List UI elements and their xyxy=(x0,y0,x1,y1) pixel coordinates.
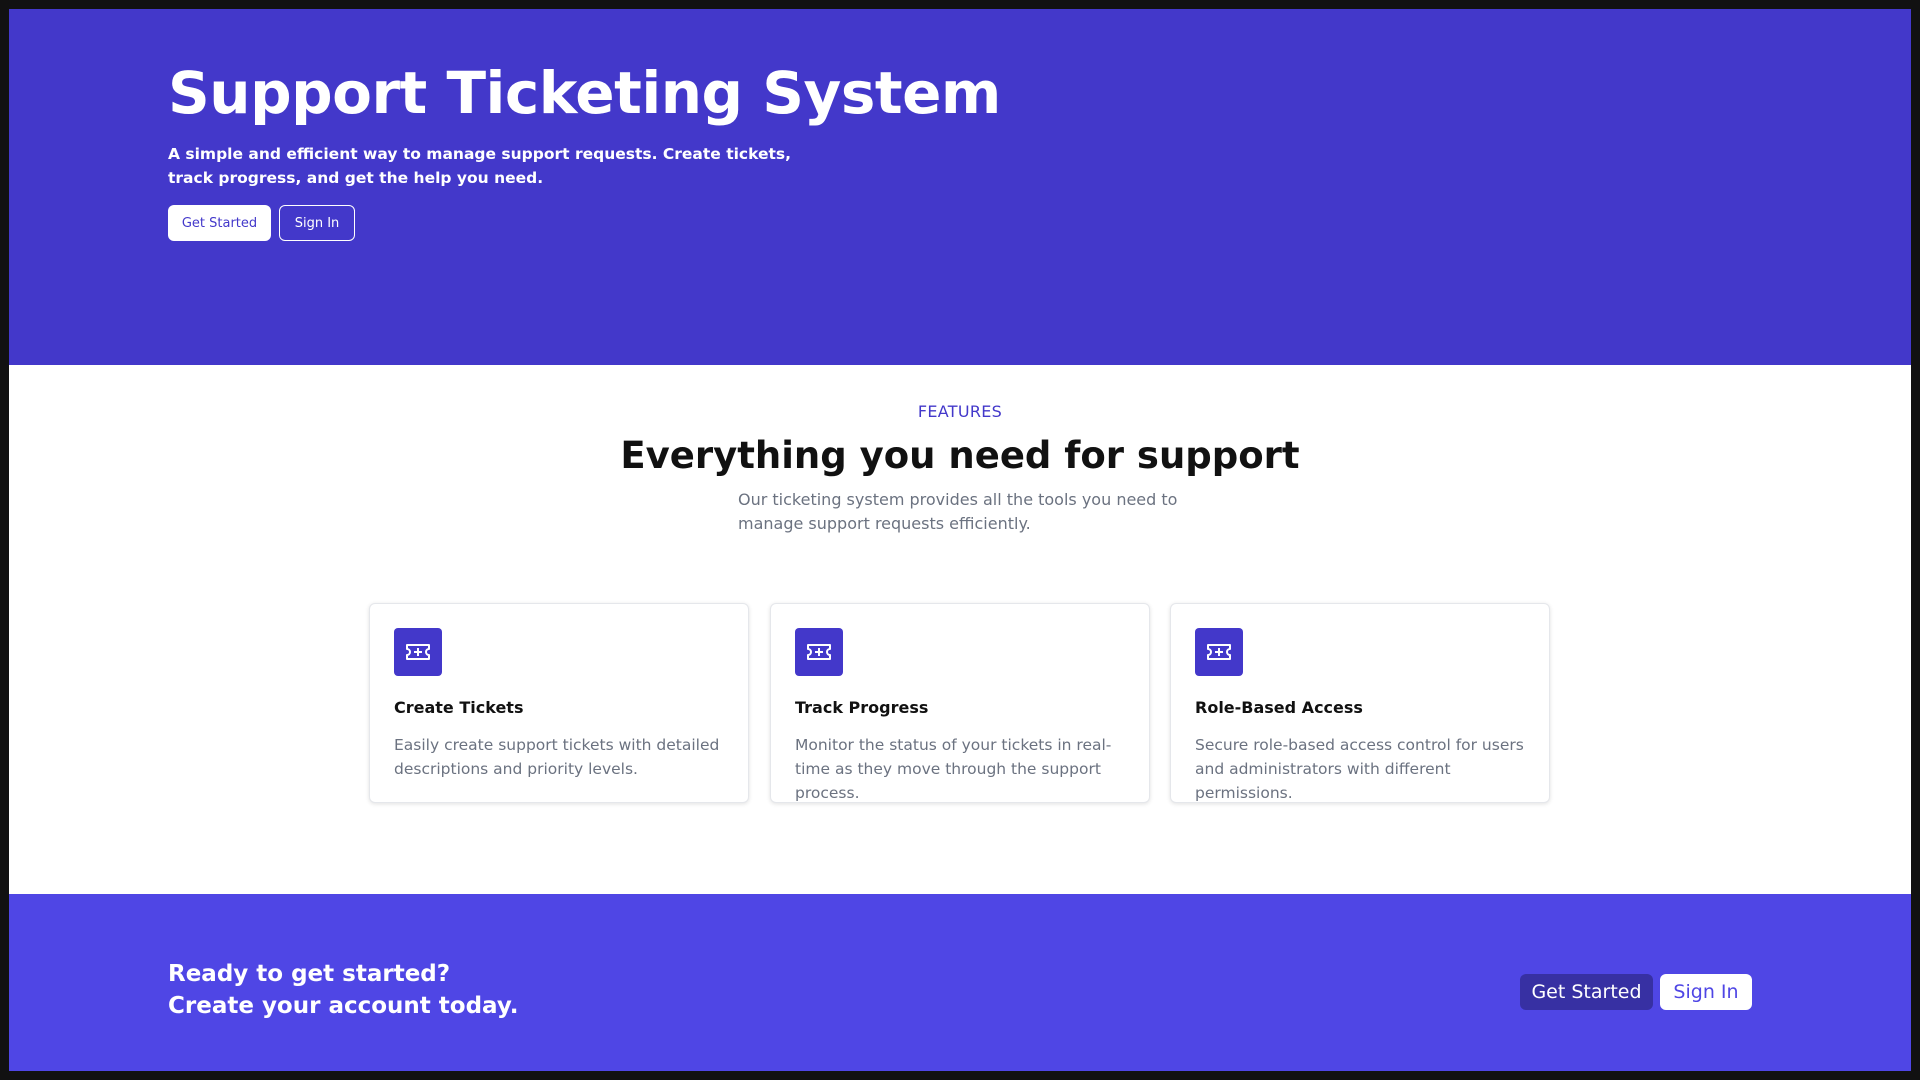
features-kicker: FEATURES xyxy=(917,402,1003,421)
sign-in-button[interactable]: Sign In xyxy=(279,205,355,241)
get-started-button[interactable]: Get Started xyxy=(168,205,271,241)
ticket-icon xyxy=(795,628,843,676)
feature-card-title: Create Tickets xyxy=(394,698,524,717)
features-title: Everything you need for support xyxy=(620,434,1300,477)
feature-card-title: Role-Based Access xyxy=(1195,698,1363,717)
page: Support Ticketing System A simple and ef… xyxy=(9,9,1911,1071)
hero-subtitle: A simple and efficient way to manage sup… xyxy=(168,145,792,187)
hero-section: Support Ticketing System A simple and ef… xyxy=(9,9,1911,365)
ticket-icon xyxy=(394,628,442,676)
feature-card-title: Track Progress xyxy=(795,698,929,717)
feature-card-create-tickets: Create Tickets Easily create support tic… xyxy=(369,603,749,803)
hero-title: Support Ticketing System xyxy=(168,59,1001,127)
feature-card-description: Secure role-based access control for use… xyxy=(1195,736,1524,802)
feature-card-role-based-access: Role-Based Access Secure role-based acce… xyxy=(1170,603,1550,803)
cta-section: Ready to get started? Create your accoun… xyxy=(9,894,1911,1071)
feature-card-description: Easily create support tickets with detai… xyxy=(394,736,720,778)
feature-card-track-progress: Track Progress Monitor the status of you… xyxy=(770,603,1150,803)
feature-card-description: Monitor the status of your tickets in re… xyxy=(795,736,1112,802)
cta-heading-line-2: Create your account today. xyxy=(168,993,519,1019)
ticket-icon xyxy=(1195,628,1243,676)
cta-heading-line-1: Ready to get started? xyxy=(168,961,451,987)
features-subtitle: Our ticketing system provides all the to… xyxy=(738,490,1178,533)
cta-sign-in-button[interactable]: Sign In xyxy=(1660,974,1752,1010)
cta-get-started-button[interactable]: Get Started xyxy=(1520,974,1653,1010)
